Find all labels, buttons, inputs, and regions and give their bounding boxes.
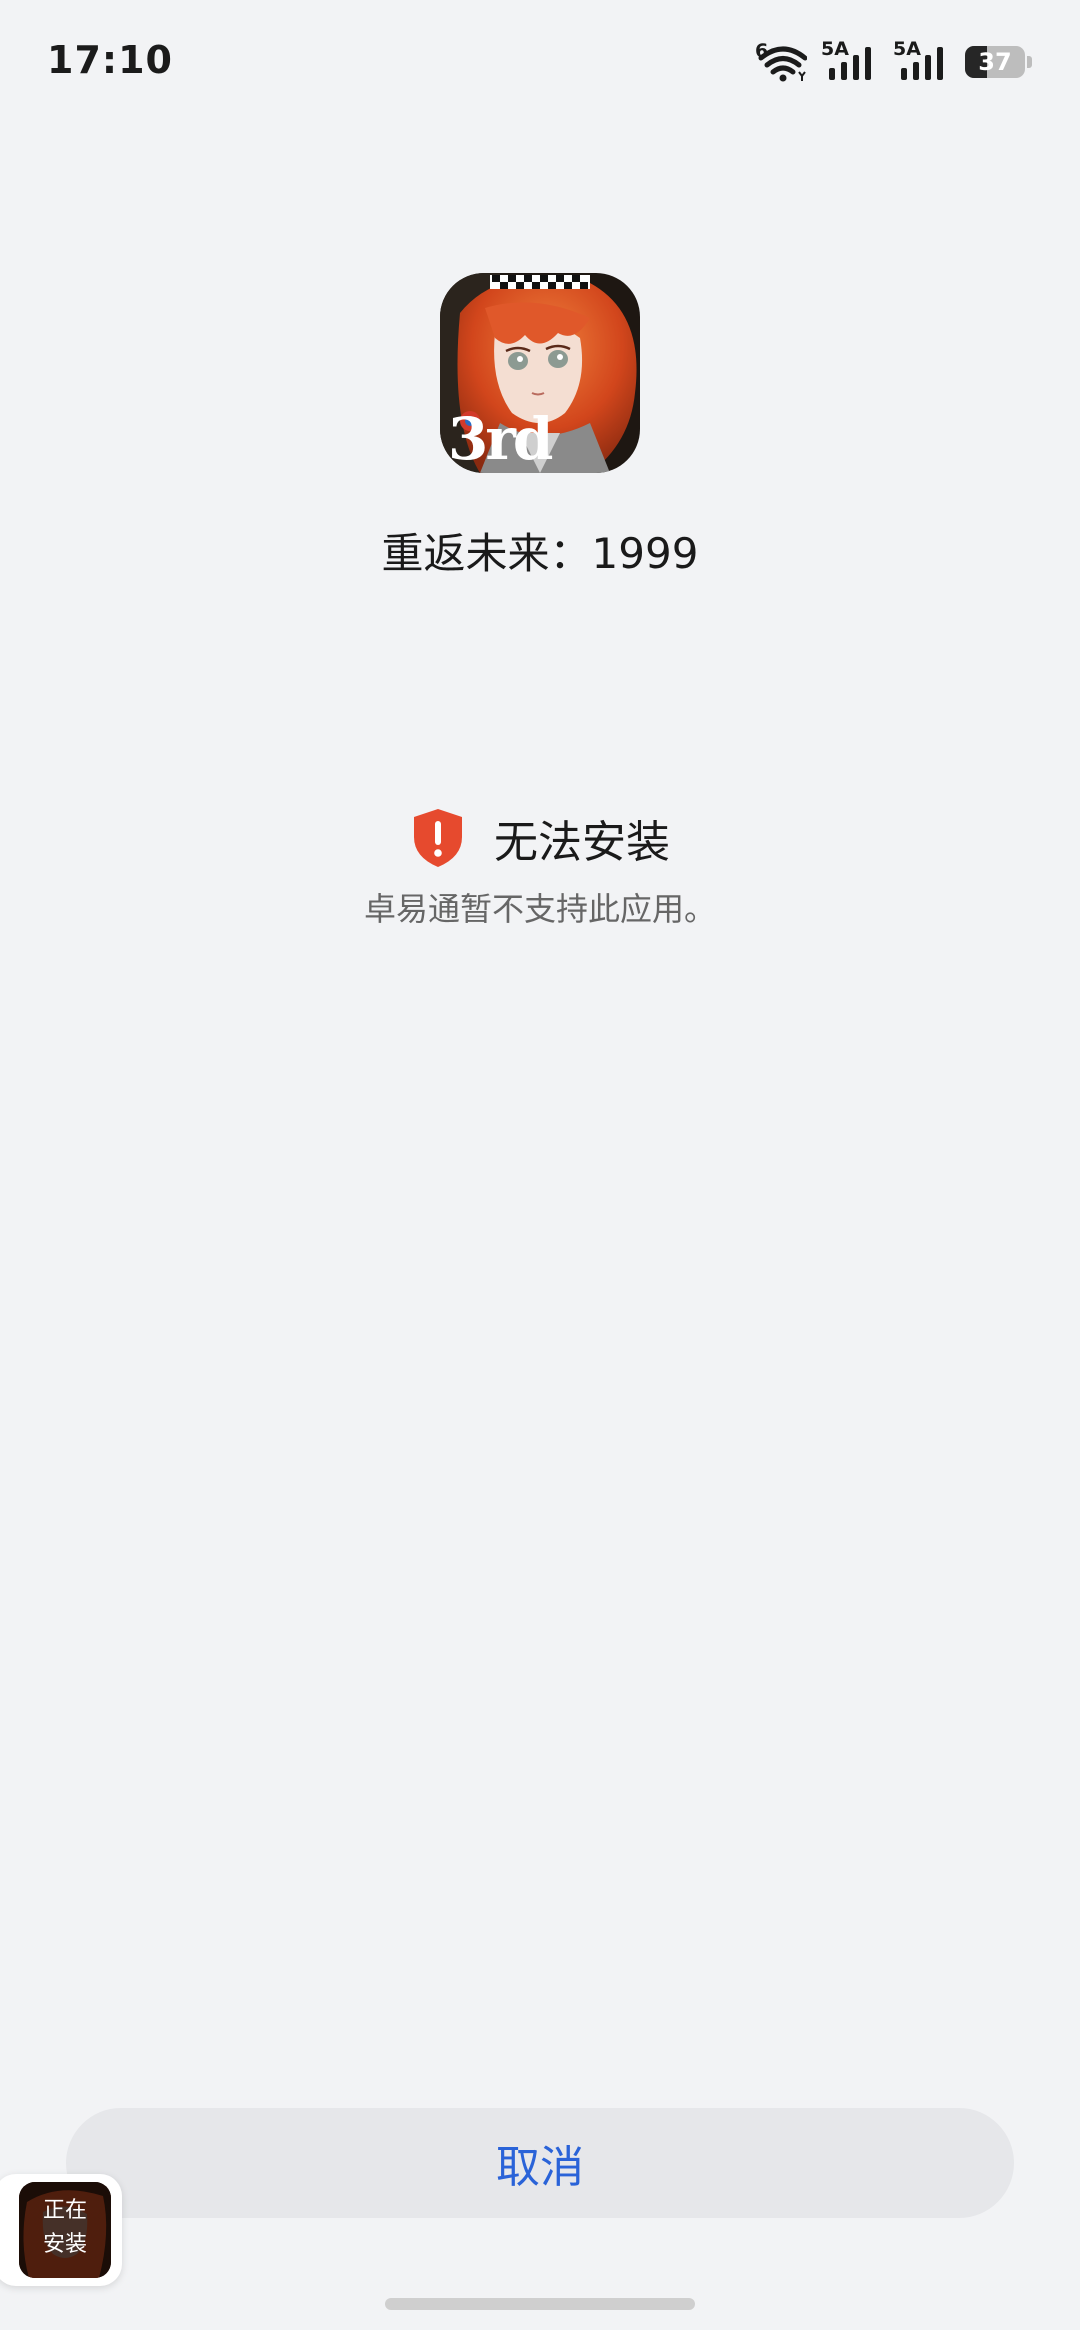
error-title: 无法安装: [494, 817, 670, 868]
installing-label: 正在 安装: [42, 2198, 87, 2257]
shield-alert-icon: [414, 809, 462, 867]
status-icons: 6 5A 5A 37: [755, 38, 1032, 84]
error-description: 卓易通暂不支持此应用。: [363, 890, 716, 928]
cancel-button[interactable]: 取消: [66, 2108, 1014, 2218]
cellular-signal-icon-sim2: 5A: [893, 38, 951, 82]
battery-icon: 37: [965, 46, 1025, 78]
battery-level: 37: [978, 48, 1012, 76]
status-time: 17:10: [47, 38, 173, 82]
home-indicator[interactable]: [385, 2298, 695, 2310]
cellular-signal-icon-sim1: 5A: [821, 38, 879, 82]
app-icon: 3rd: [440, 273, 640, 473]
installing-floating-bubble[interactable]: 正在 安装: [0, 2174, 122, 2286]
battery-tip: [1027, 56, 1032, 68]
app-icon-badge-text: 3rd: [448, 405, 553, 473]
installing-app-thumbnail: 正在 安装: [19, 2182, 111, 2278]
app-name: 重返未来：1999: [381, 529, 699, 578]
status-bar: 17:10 6 5A 5A 37: [0, 0, 1080, 130]
wifi-icon: 6: [755, 40, 807, 82]
install-error-row: 无法安装: [0, 806, 1080, 870]
